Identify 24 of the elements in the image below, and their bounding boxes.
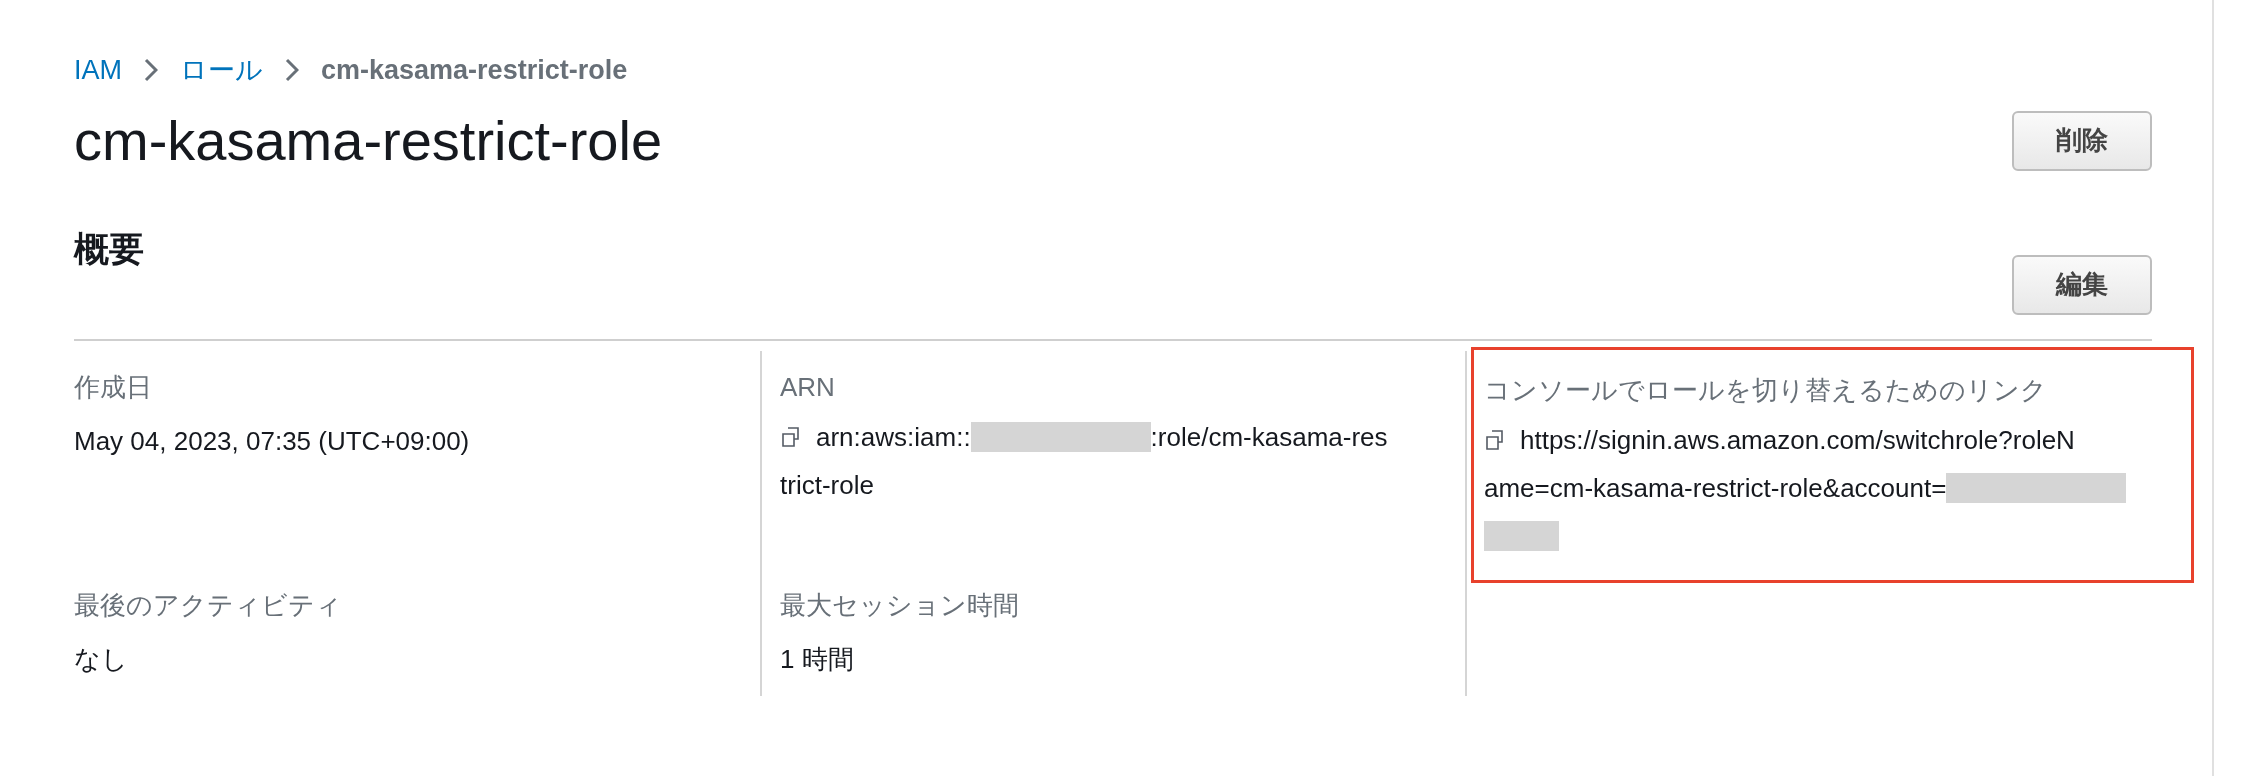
field-value: 1 時間 bbox=[780, 642, 855, 676]
copy-icon[interactable] bbox=[1484, 428, 1506, 451]
field-value: arn:aws:iam:: bbox=[816, 420, 971, 454]
field-label: 最大セッション時間 bbox=[780, 588, 1020, 622]
field-value: なし bbox=[74, 642, 129, 676]
breadcrumb-link[interactable]: IAM bbox=[74, 50, 122, 91]
breadcrumb-link[interactable]: ロール bbox=[180, 50, 263, 91]
field-value: :role/cm-kasama-res bbox=[1150, 420, 1388, 454]
field-label: 作成日 bbox=[74, 370, 153, 404]
edit-button[interactable]: 編集 bbox=[2012, 254, 2152, 315]
chevron-right-icon bbox=[285, 58, 299, 83]
page-title: cm-kasama-restrict-role bbox=[74, 107, 663, 174]
field-label: コンソールでロールを切り替えるためのリンク bbox=[1484, 373, 2048, 407]
field-label: 最後のアクティビティ bbox=[74, 588, 343, 622]
delete-button[interactable]: 削除 bbox=[2012, 110, 2152, 171]
field-label: ARN bbox=[780, 370, 836, 404]
chevron-right-icon bbox=[144, 58, 158, 83]
section-title: 概要 bbox=[74, 227, 144, 270]
field-value: ame=cm-kasama-restrict-role&account= bbox=[1484, 471, 1947, 505]
field-value: May 04, 2023, 07:35 (UTC+09:00) bbox=[74, 424, 471, 458]
breadcrumb-current: cm-kasama-restrict-role bbox=[321, 54, 628, 87]
field-value: trict-role bbox=[780, 468, 874, 502]
copy-icon[interactable] bbox=[780, 425, 802, 448]
field-value: https://signin.aws.amazon.com/switchrole?roleN bbox=[1520, 423, 2075, 457]
